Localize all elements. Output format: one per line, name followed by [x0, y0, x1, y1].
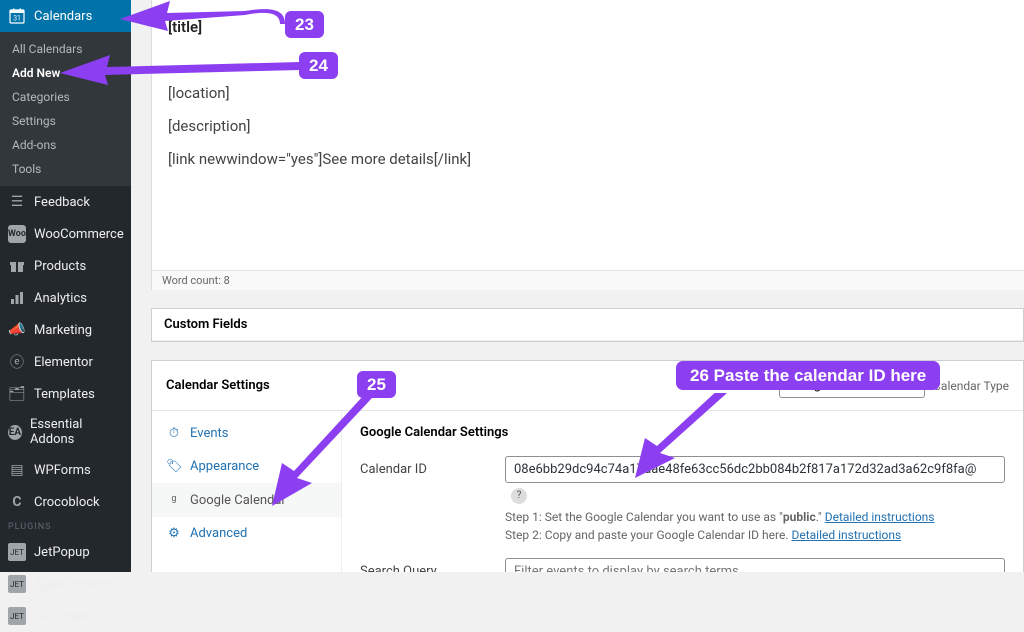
editor-line: [location] [168, 81, 1008, 105]
tab-label: Google Calendar [190, 493, 286, 508]
sidebar-label: JetPopup [34, 545, 90, 560]
tag-icon: 🏷 [166, 459, 182, 474]
plugins-divider: PLUGINS [0, 518, 131, 536]
gear-icon: ⚙ [166, 526, 182, 541]
elementor-icon: ⓔ [8, 353, 26, 371]
calendar-settings-box: Calendar Settings — Event Source Google … [151, 360, 1024, 572]
calendar-settings-tabs: ⏱ Events 🏷 Appearance ᵍ Google Calendar … [152, 411, 342, 572]
editor-word-count: Word count: 8 [152, 270, 1024, 290]
panel-title: Google Calendar Settings [360, 425, 1005, 440]
marketing-icon: 📣 [8, 321, 26, 339]
search-query-input[interactable] [505, 558, 1005, 573]
calendar-settings-head: Calendar Settings — Event Source Google … [152, 361, 1023, 411]
sidebar-label: JetEngine [34, 609, 91, 624]
sidebar-item-appointments[interactable]: JET Appointments [0, 568, 131, 600]
calendar-settings-title: Calendar Settings [166, 378, 270, 393]
jetpopup-icon: JET [8, 543, 26, 561]
sidebar-sub-addons[interactable]: Add-ons [0, 133, 131, 157]
sidebar-item-calendars[interactable]: 31 Calendars [0, 0, 131, 32]
event-source-select[interactable]: Google Calendar [779, 373, 925, 398]
editor-box: [title] [when] [location] [description] … [151, 0, 1024, 290]
search-query-label: Search Query [360, 558, 505, 573]
sidebar-label: Templates [34, 387, 95, 402]
sidebar-item-crocoblock[interactable]: C Crocoblock [0, 486, 131, 518]
tab-label: Advanced [190, 526, 247, 541]
detailed-instructions-link[interactable]: Detailed instructions [825, 510, 935, 524]
clock-icon: ⏱ [166, 426, 182, 441]
products-icon [8, 257, 26, 275]
sidebar-item-jetengine[interactable]: JET JetEngine [0, 600, 131, 632]
analytics-icon [8, 289, 26, 307]
main-area: [title] [when] [location] [description] … [131, 0, 1024, 572]
calendar-icon: 31 [8, 7, 26, 25]
sidebar-label: WooCommerce [34, 227, 124, 242]
sidebar-item-wpforms[interactable]: ▤ WPForms [0, 454, 131, 486]
sidebar-item-analytics[interactable]: Analytics [0, 282, 131, 314]
sidebar-label: Calendars [34, 9, 92, 24]
calendar-id-label: Calendar ID [360, 456, 505, 477]
sidebar-sub-all-calendars[interactable]: All Calendars [0, 37, 131, 61]
sidebar: 31 Calendars All Calendars Add New Categ… [0, 0, 131, 572]
google-icon: ᵍ [166, 492, 182, 508]
tab-google-calendar[interactable]: ᵍ Google Calendar [152, 483, 341, 517]
calendar-id-input[interactable] [505, 456, 1005, 483]
svg-text:31: 31 [13, 15, 21, 23]
calendar-settings-content: Google Calendar Settings Calendar ID ? S… [342, 411, 1023, 572]
sidebar-submenu: All Calendars Add New Categories Setting… [0, 32, 131, 186]
feedback-icon: ☰ [8, 193, 26, 211]
sidebar-label: Appointments [34, 577, 116, 592]
sidebar-item-essential-addons[interactable]: EA Essential Addons [0, 410, 131, 454]
sidebar-item-feedback[interactable]: ☰ Feedback [0, 186, 131, 218]
editor-body[interactable]: [title] [when] [location] [description] … [152, 0, 1024, 270]
sidebar-item-elementor[interactable]: ⓔ Elementor [0, 346, 131, 378]
editor-line: [description] [168, 114, 1008, 138]
calendar-type-label: Calendar Type [933, 379, 1009, 393]
appointments-icon: JET [8, 575, 26, 593]
sidebar-sub-categories[interactable]: Categories [0, 85, 131, 109]
sidebar-sub-tools[interactable]: Tools [0, 157, 131, 181]
calendar-id-help: Step 1: Set the Google Calendar you want… [505, 508, 1005, 544]
sidebar-label: Feedback [34, 195, 90, 210]
editor-line: [title] [168, 15, 1008, 39]
row-calendar-id: Calendar ID ? Step 1: Set the Google Cal… [360, 456, 1005, 544]
woocommerce-icon: Woo [8, 225, 26, 243]
sidebar-item-templates[interactable]: 🗂 Templates [0, 378, 131, 410]
tab-label: Appearance [190, 459, 259, 474]
sidebar-sub-add-new[interactable]: Add New [0, 61, 131, 85]
custom-fields-box: Custom Fields [151, 308, 1024, 342]
sidebar-label: Crocoblock [34, 495, 100, 510]
sidebar-label: WPForms [34, 463, 91, 478]
templates-icon: 🗂 [8, 385, 26, 403]
tab-appearance[interactable]: 🏷 Appearance [152, 450, 341, 483]
sidebar-label: Essential Addons [30, 417, 123, 447]
editor-line: [link newwindow="yes"]See more details[/… [168, 147, 1008, 171]
sidebar-item-woocommerce[interactable]: Woo WooCommerce [0, 218, 131, 250]
tab-events[interactable]: ⏱ Events [152, 417, 341, 450]
calendar-settings-head-right: — Event Source Google Calendar Calendar … [684, 373, 1009, 398]
tab-label: Events [190, 426, 228, 441]
custom-fields-title: Custom Fields [152, 309, 1023, 341]
sidebar-label: Products [34, 259, 86, 274]
event-source-label: Event Source [702, 379, 771, 393]
sidebar-item-products[interactable]: Products [0, 250, 131, 282]
crocoblock-icon: C [8, 493, 26, 511]
wpforms-icon: ▤ [8, 461, 26, 479]
jetengine-icon: JET [8, 607, 26, 625]
sidebar-sub-settings[interactable]: Settings [0, 109, 131, 133]
help-icon[interactable]: ? [511, 488, 527, 504]
tab-advanced[interactable]: ⚙ Advanced [152, 517, 341, 550]
sidebar-label: Elementor [34, 355, 93, 370]
sidebar-item-jetpopup[interactable]: JET JetPopup [0, 536, 131, 568]
sidebar-label: Marketing [34, 323, 92, 338]
sidebar-label: Analytics [34, 291, 87, 306]
row-search-query: Search Query ? [360, 558, 1005, 573]
sidebar-item-marketing[interactable]: 📣 Marketing [0, 314, 131, 346]
essential-addons-icon: EA [8, 425, 22, 440]
detailed-instructions-link[interactable]: Detailed instructions [791, 528, 901, 542]
